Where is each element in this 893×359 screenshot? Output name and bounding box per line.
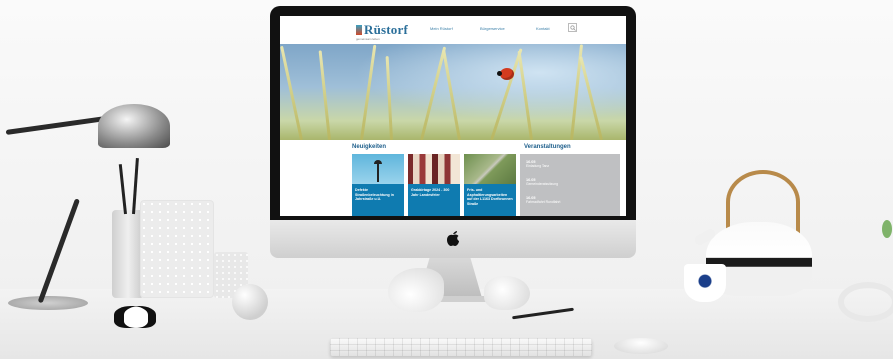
keyboard xyxy=(330,338,592,356)
headphones xyxy=(838,282,893,322)
pencil xyxy=(132,158,139,215)
grass-stalk xyxy=(318,50,331,141)
grass-stalk xyxy=(420,46,447,141)
mouse xyxy=(614,338,668,354)
event-title: Einladung Tanz xyxy=(526,164,550,168)
events-section-title: Veranstaltungen xyxy=(524,144,571,150)
news-section-title: Neuigkeiten xyxy=(352,144,387,150)
grass-stalk xyxy=(280,45,303,141)
search-icon xyxy=(570,25,576,31)
nav-item-mein-ruestorf[interactable]: Mein Rüstorf xyxy=(430,26,453,31)
imac-monitor: Rüstorf gemeinsam leben Mein Rüstorf Bür… xyxy=(270,6,636,258)
grass-stalk xyxy=(442,49,461,141)
logo-text: Rüstorf xyxy=(364,22,409,37)
news-card-image xyxy=(352,154,404,184)
event-title: Gemeinderatssitzung xyxy=(526,182,559,186)
ladybug xyxy=(497,68,514,80)
monitor-screen: Rüstorf gemeinsam leben Mein Rüstorf Bür… xyxy=(280,16,626,216)
lamp-arm-upper xyxy=(5,116,106,135)
site-header: Rüstorf gemeinsam leben Mein Rüstorf Bür… xyxy=(280,16,626,45)
grass-stalk xyxy=(385,56,393,141)
hero-image xyxy=(280,44,626,141)
candle-holder-large xyxy=(140,200,214,298)
events-list: 16.05 Einladung Tanz 16.05 Gemeinderatss… xyxy=(520,154,620,216)
news-card-title: Defekte Straßenbeleuchtung in Jahrstraße… xyxy=(355,188,394,202)
lamp-head xyxy=(98,104,170,148)
nav-item-buergerservice[interactable]: Bürgerservice xyxy=(480,26,505,31)
bird-figurine xyxy=(388,268,444,312)
event-item[interactable]: 16.05 Fahrradfahrt Rundfahrt xyxy=(526,196,561,204)
news-card-image xyxy=(464,154,516,184)
news-card[interactable]: Fris- und Asphaltierungsarbeiten auf der… xyxy=(464,154,516,216)
crumpled-paper xyxy=(484,276,530,310)
news-cards: Defekte Straßenbeleuchtung in Jahrstraße… xyxy=(352,154,516,216)
apple-logo-icon xyxy=(447,231,459,246)
grass-stalk xyxy=(579,56,603,141)
site-logo[interactable]: Rüstorf gemeinsam leben xyxy=(356,21,409,41)
event-item[interactable]: 16.05 Einladung Tanz xyxy=(526,160,549,168)
nav-item-kontakt[interactable]: Kontakt xyxy=(536,26,550,31)
logo-mark-icon xyxy=(356,25,362,35)
search-button[interactable] xyxy=(568,23,577,32)
news-card-image xyxy=(408,154,460,184)
event-item[interactable]: 16.05 Gemeinderatssitzung xyxy=(526,178,558,186)
lamp-base xyxy=(8,296,88,310)
news-card[interactable]: Defekte Straßenbeleuchtung in Jahrstraße… xyxy=(352,154,404,216)
pencil xyxy=(118,164,127,215)
content-area: Neuigkeiten Veranstaltungen Defekte Stra… xyxy=(280,140,626,216)
grass-stalk xyxy=(517,50,533,141)
event-title: Fahrradfahrt Rundfahrt xyxy=(526,200,561,204)
decor-sphere xyxy=(232,284,268,320)
lamp-arm-lower xyxy=(37,198,80,304)
grass-stalk xyxy=(360,44,377,141)
teacup xyxy=(684,264,726,302)
news-card[interactable]: Grabkirtage 2024 - 300 Jahr Landesfeier xyxy=(408,154,460,216)
plant-leaf xyxy=(882,220,892,238)
panda-figurine xyxy=(114,306,156,328)
logo-subtitle: gemeinsam leben xyxy=(356,37,380,41)
news-card-title: Fris- und Asphaltierungsarbeiten auf der… xyxy=(467,188,513,206)
desk-scene: Rüstorf gemeinsam leben Mein Rüstorf Bür… xyxy=(0,0,893,359)
grass-stalk xyxy=(490,48,523,141)
news-card-title: Grabkirtage 2024 - 300 Jahr Landesfeier xyxy=(411,188,450,197)
